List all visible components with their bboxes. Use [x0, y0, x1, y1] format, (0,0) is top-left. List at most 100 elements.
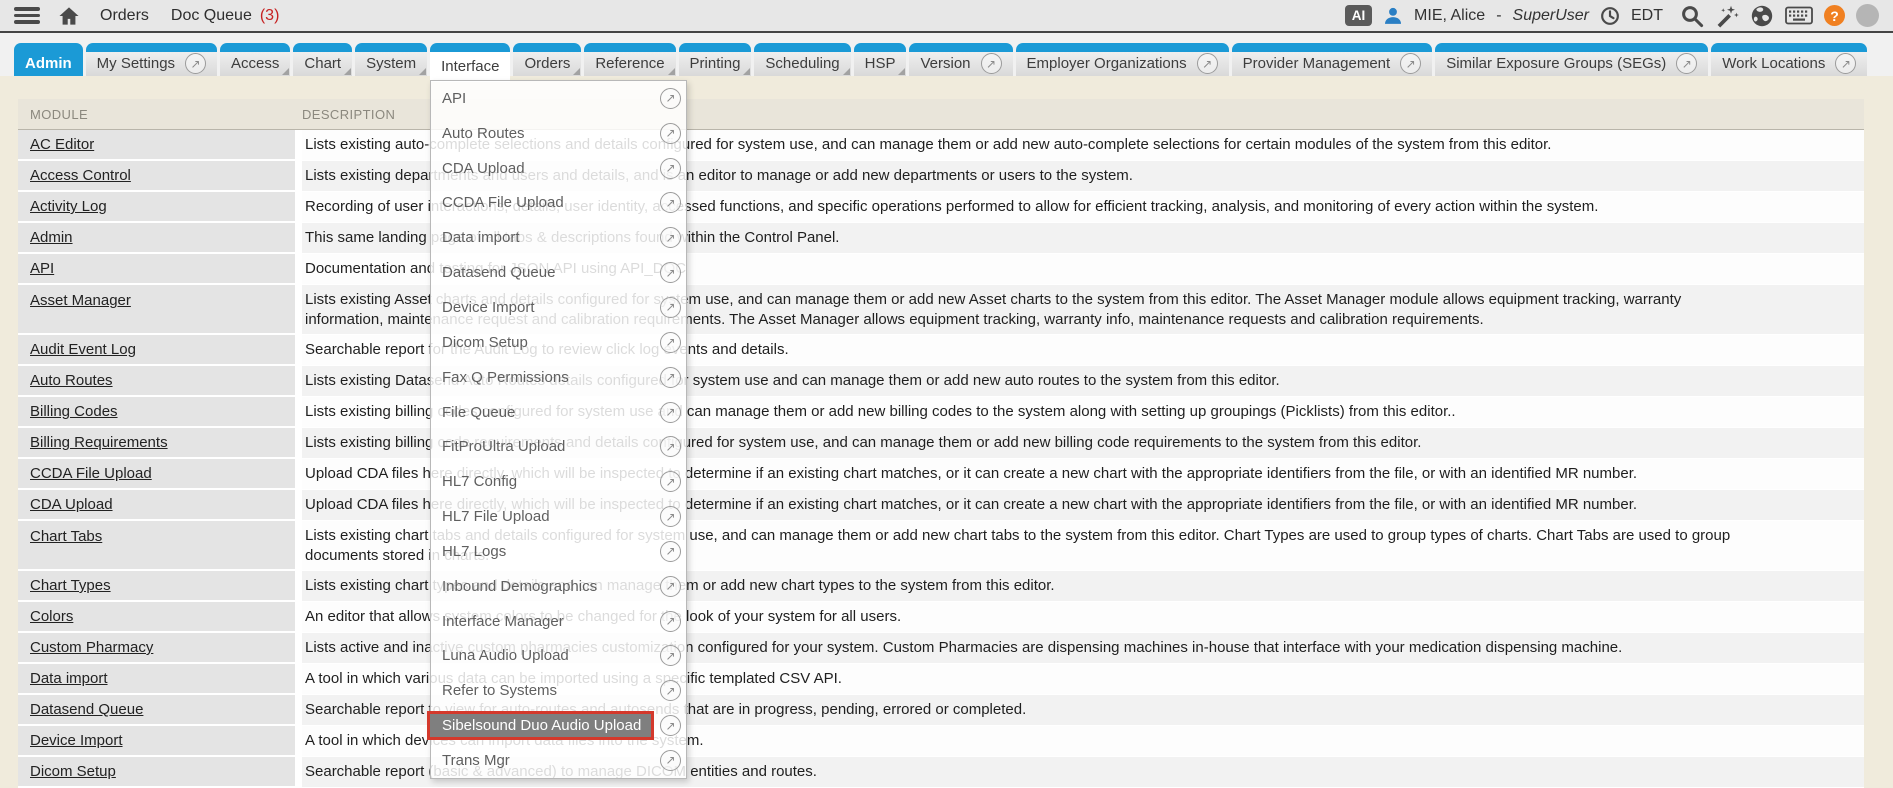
keyboard-icon[interactable] [1785, 6, 1813, 25]
nav-tab[interactable]: HSP [854, 43, 907, 76]
home-icon[interactable] [57, 5, 81, 27]
open-new-window-icon[interactable] [660, 192, 681, 213]
open-new-window-icon[interactable] [660, 88, 681, 109]
open-new-window-icon[interactable] [660, 541, 681, 562]
module-link[interactable]: Dicom Setup [30, 763, 116, 780]
module-link[interactable]: Data import [30, 670, 108, 687]
open-new-window-icon[interactable] [660, 471, 681, 492]
menu-item[interactable]: HL7 File Upload [431, 499, 686, 534]
help-icon[interactable]: ? [1824, 5, 1845, 26]
nav-tab[interactable]: Similar Exposure Groups (SEGs) [1435, 43, 1708, 76]
nav-tab[interactable]: Access [220, 43, 290, 76]
menu-item-label: Device Import [442, 299, 535, 316]
module-link[interactable]: Chart Types [30, 577, 111, 594]
open-new-window-icon[interactable] [660, 436, 681, 457]
nav-tab[interactable]: Interface [430, 43, 510, 82]
open-new-window-icon[interactable] [660, 123, 681, 144]
menu-item[interactable]: Auto Routes [431, 116, 686, 151]
menu-item[interactable]: Refer to Systems [431, 673, 686, 708]
nav-tab[interactable]: Employer Organizations [1016, 43, 1229, 76]
menu-item[interactable]: Fax Q Permissions [431, 360, 686, 395]
nav-tab[interactable]: Work Locations [1711, 43, 1867, 76]
menu-item[interactable]: Device Import [431, 290, 686, 325]
doc-queue-link[interactable]: Doc Queue [171, 7, 252, 25]
menu-item[interactable]: Interface Manager [431, 604, 686, 639]
avatar-circle[interactable] [1856, 4, 1879, 27]
nav-tab[interactable]: Orders [513, 43, 581, 76]
open-new-window-icon[interactable] [185, 53, 206, 74]
open-new-window-icon[interactable] [660, 158, 681, 179]
module-link[interactable]: Activity Log [30, 198, 107, 215]
open-new-window-icon[interactable] [660, 506, 681, 527]
globe-icon[interactable] [1750, 4, 1774, 28]
menu-item[interactable]: API [431, 81, 686, 116]
nav-tab[interactable]: Admin [14, 43, 83, 76]
menu-item[interactable]: Luna Audio Upload [431, 639, 686, 674]
open-new-window-icon[interactable] [660, 611, 681, 632]
menu-item[interactable]: Datasend Queue [431, 255, 686, 290]
open-new-window-icon[interactable] [660, 367, 681, 388]
module-link[interactable]: Admin [30, 229, 73, 246]
module-link[interactable]: Audit Event Log [30, 341, 136, 358]
top-bar: Orders Doc Queue (3) AI MIE, Alice - Sup… [0, 0, 1893, 33]
open-new-window-icon[interactable] [660, 715, 681, 736]
open-new-window-icon[interactable] [660, 402, 681, 423]
nav-tab[interactable]: Printing [679, 43, 752, 76]
menu-item[interactable]: Sibelsound Duo Audio Upload [431, 708, 686, 743]
ai-badge[interactable]: AI [1345, 5, 1372, 26]
search-icon[interactable] [1680, 4, 1704, 28]
wand-icon[interactable] [1715, 4, 1739, 28]
open-new-window-icon[interactable] [1835, 53, 1856, 74]
module-link[interactable]: CCDA File Upload [30, 465, 152, 482]
module-link[interactable]: CDA Upload [30, 496, 113, 513]
open-new-window-icon[interactable] [660, 576, 681, 597]
module-link[interactable]: Access Control [30, 167, 131, 184]
nav-tab[interactable]: System [355, 43, 427, 76]
open-new-window-icon[interactable] [660, 680, 681, 701]
open-new-window-icon[interactable] [660, 297, 681, 318]
module-link[interactable]: Colors [30, 608, 73, 625]
doc-queue-count-badge[interactable]: (3) [260, 7, 280, 25]
menu-item[interactable]: FitProUltra Upload [431, 429, 686, 464]
module-link[interactable]: Device Import [30, 732, 123, 749]
open-new-window-icon[interactable] [981, 53, 1002, 74]
module-link[interactable]: Custom Pharmacy [30, 639, 153, 656]
module-link[interactable]: Datasend Queue [30, 701, 143, 718]
menu-item[interactable]: CCDA File Upload [431, 186, 686, 221]
module-link[interactable]: AC Editor [30, 136, 94, 153]
menu-item[interactable]: HL7 Config [431, 464, 686, 499]
menu-item[interactable]: CDA Upload [431, 151, 686, 186]
menu-item[interactable]: Inbound Demographics [431, 569, 686, 604]
menu-item-label-box: Trans Mgr [442, 752, 654, 769]
module-link[interactable]: API [30, 260, 54, 277]
module-link[interactable]: Billing Codes [30, 403, 118, 420]
menu-item-label-box: Data import [442, 229, 654, 246]
open-new-window-icon[interactable] [1197, 53, 1218, 74]
module-link[interactable]: Billing Requirements [30, 434, 168, 451]
menu-item[interactable]: HL7 Logs [431, 534, 686, 569]
module-link[interactable]: Asset Manager [30, 285, 131, 311]
menu-item[interactable]: Data import [431, 220, 686, 255]
nav-tab[interactable]: My Settings [86, 43, 217, 76]
nav-tab[interactable]: Chart [293, 43, 352, 76]
clock-icon[interactable] [1600, 6, 1620, 26]
open-new-window-icon[interactable] [660, 645, 681, 666]
nav-tab[interactable]: Provider Management [1232, 43, 1433, 76]
open-new-window-icon[interactable] [660, 750, 681, 771]
nav-tab[interactable]: Version [909, 43, 1012, 76]
open-new-window-icon[interactable] [660, 262, 681, 283]
module-link[interactable]: Auto Routes [30, 372, 113, 389]
open-new-window-icon[interactable] [1400, 53, 1421, 74]
user-name[interactable]: MIE, Alice [1414, 7, 1485, 25]
orders-link[interactable]: Orders [100, 7, 149, 25]
open-new-window-icon[interactable] [1676, 53, 1697, 74]
nav-tab[interactable]: Reference [584, 43, 675, 76]
module-link[interactable]: Chart Tabs [30, 521, 102, 547]
nav-tab[interactable]: Scheduling [754, 43, 850, 76]
open-new-window-icon[interactable] [660, 332, 681, 353]
open-new-window-icon[interactable] [660, 227, 681, 248]
menu-item[interactable]: Trans Mgr [431, 743, 686, 778]
menu-item[interactable]: File Queue [431, 395, 686, 430]
menu-item[interactable]: Dicom Setup [431, 325, 686, 360]
hamburger-menu-icon[interactable] [14, 7, 40, 24]
